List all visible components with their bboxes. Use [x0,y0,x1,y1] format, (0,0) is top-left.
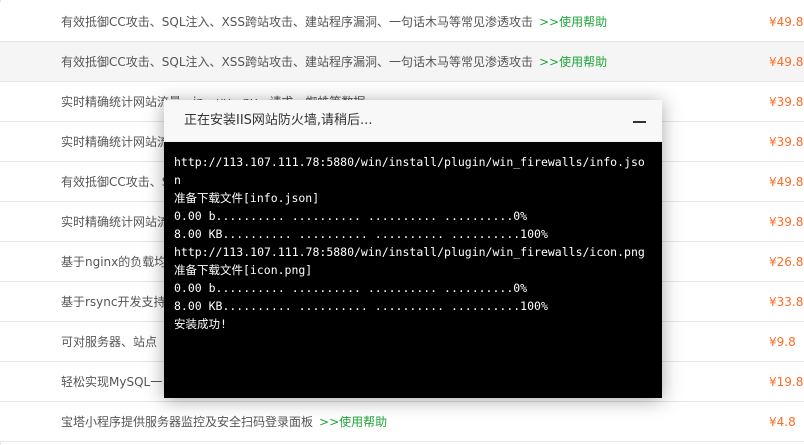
dialog-header: 正在安装IIS网站防火墙,请稍后... [164,100,662,142]
console-line: 0.00 b.......... .......... .......... .… [174,281,528,295]
console-line: http://113.107.111.78:5880/win/install/p… [174,245,645,259]
install-log-console: http://113.107.111.78:5880/win/install/p… [174,153,654,389]
console-line: 8.00 KB.......... .......... .......... … [174,299,548,313]
console-line: 8.00 KB.......... .......... .......... … [174,227,548,241]
console-line: http://113.107.111.78:5880/win/install/p… [174,155,645,169]
console-line: 安装成功! [174,317,227,331]
console-line: n [174,173,181,187]
console-line: 准备下载文件[info.json] [174,191,320,205]
dialog-title: 正在安装IIS网站防火墙,请稍后... [184,113,373,128]
install-progress-dialog: 正在安装IIS网站防火墙,请稍后... http://113.107.111.7… [164,100,662,398]
console-line: 0.00 b.......... .......... .......... .… [174,209,528,223]
minimize-icon[interactable] [632,113,648,129]
console-line: 准备下载文件[icon.png] [174,263,313,277]
